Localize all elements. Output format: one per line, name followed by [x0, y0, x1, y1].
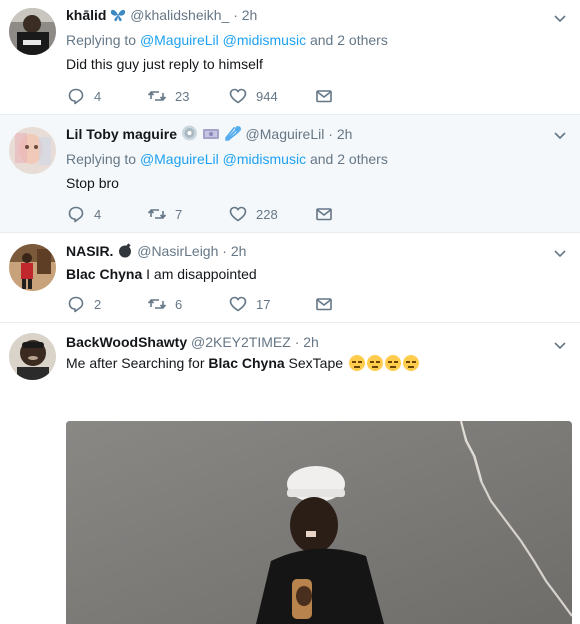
handle[interactable]: @2KEY2TIMEZ	[191, 334, 291, 350]
tweet-actions: 4 7 228	[66, 204, 334, 224]
like-count: 228	[256, 206, 278, 222]
others-link[interactable]: and 2 others	[310, 151, 388, 167]
bomb-icon	[117, 242, 133, 262]
chevron-down-icon[interactable]	[552, 127, 568, 143]
mention-link[interactable]: @midismusic	[223, 32, 306, 48]
like-button[interactable]: 17	[228, 294, 314, 314]
tweet-actions: 2 6 17	[66, 294, 334, 314]
avatar[interactable]	[9, 127, 56, 174]
retweet-button[interactable]: 6	[147, 294, 228, 314]
envelope-icon	[316, 298, 332, 311]
reply-button[interactable]: 4	[66, 86, 147, 106]
like-button[interactable]: 228	[228, 204, 314, 224]
hashtag-term[interactable]: Blac Chyna	[208, 355, 284, 371]
timestamp[interactable]: 2h	[303, 334, 319, 350]
envelope-icon	[316, 90, 332, 103]
direct-message-button[interactable]	[314, 294, 334, 314]
avatar[interactable]	[9, 8, 56, 55]
reply-count: 4	[94, 88, 102, 104]
tweet-text: Me after Searching for Blac Chyna SexTap…	[66, 354, 419, 372]
expressionless-face-icon	[348, 355, 365, 371]
butterfly-icon	[110, 8, 126, 26]
reply-count: 2	[94, 296, 102, 312]
retweet-icon	[147, 299, 167, 309]
handle[interactable]: @NasirLeigh	[137, 243, 218, 259]
chevron-down-icon[interactable]	[552, 10, 568, 26]
tweet-header: BackWoodShawty @2KEY2TIMEZ · 2h	[66, 334, 319, 350]
tweet[interactable]: NASIR. @NasirLeigh · 2h Blac Chyna I am …	[0, 233, 580, 323]
reply-icon	[68, 88, 84, 105]
handle[interactable]: @khalidsheikh_	[130, 7, 229, 23]
retweet-icon	[147, 209, 167, 219]
tweet[interactable]: Lil Toby maguire @MaguireLil · 2h Replyi…	[0, 115, 580, 233]
others-link[interactable]: and 2 others	[310, 32, 388, 48]
direct-message-button[interactable]	[314, 86, 334, 106]
fullname[interactable]: Lil Toby maguire	[66, 126, 177, 142]
tweet-header: khālid @khalidsheikh_ · 2h	[66, 6, 257, 26]
mention-link[interactable]: @midismusic	[223, 151, 306, 167]
reply-icon	[68, 296, 84, 313]
envelope-icon	[316, 208, 332, 221]
retweet-count: 23	[175, 88, 190, 104]
timestamp[interactable]: 2h	[337, 126, 353, 142]
direct-message-button[interactable]	[314, 204, 334, 224]
timestamp[interactable]: 2h	[242, 7, 258, 23]
reply-button[interactable]: 4	[66, 204, 147, 224]
avatar[interactable]	[9, 333, 56, 380]
tweet[interactable]: khālid @khalidsheikh_ · 2h Replying to @…	[0, 0, 580, 115]
chevron-down-icon[interactable]	[552, 245, 568, 261]
reply-button[interactable]: 2	[66, 294, 147, 314]
heart-icon	[229, 296, 247, 312]
money-icon	[202, 127, 220, 145]
tweet-header: NASIR. @NasirLeigh · 2h	[66, 242, 246, 262]
reply-count: 4	[94, 206, 102, 222]
tweet-text: Blac Chyna I am disappointed	[66, 266, 257, 282]
replying-to: Replying to @MaguireLil @midismusic and …	[66, 32, 388, 48]
avatar[interactable]	[9, 244, 56, 291]
mention-link[interactable]: @MaguireLil	[140, 151, 219, 167]
expressionless-face-icon	[366, 355, 383, 371]
retweet-count: 6	[175, 296, 183, 312]
fullname[interactable]: khālid	[66, 7, 106, 23]
reply-feed: khālid @khalidsheikh_ · 2h Replying to @…	[0, 0, 580, 624]
tweet-header: Lil Toby maguire @MaguireLil · 2h	[66, 125, 352, 145]
expressionless-face-icon	[402, 355, 419, 371]
retweet-count: 7	[175, 206, 183, 222]
chevron-down-icon[interactable]	[552, 337, 568, 353]
retweet-icon	[147, 91, 167, 101]
fullname[interactable]: NASIR.	[66, 243, 113, 259]
like-count: 17	[256, 296, 271, 312]
mention-link[interactable]: @MaguireLil	[140, 32, 219, 48]
comet-icon	[224, 125, 242, 145]
timestamp[interactable]: 2h	[231, 243, 247, 259]
tweet-actions: 4 23 944	[66, 86, 334, 106]
retweet-button[interactable]: 7	[147, 204, 228, 224]
heart-icon	[229, 206, 247, 222]
like-count: 944	[256, 88, 278, 104]
video-thumbnail[interactable]	[66, 421, 572, 624]
cd-icon	[181, 125, 198, 145]
tweet-text: Did this guy just reply to himself	[66, 56, 263, 72]
expressionless-face-icon	[384, 355, 401, 371]
retweet-button[interactable]: 23	[147, 86, 228, 106]
like-button[interactable]: 944	[228, 86, 314, 106]
heart-icon	[229, 88, 247, 104]
fullname[interactable]: BackWoodShawty	[66, 334, 187, 350]
handle[interactable]: @MaguireLil	[246, 126, 325, 142]
tweet-text: Stop bro	[66, 175, 119, 191]
replying-to: Replying to @MaguireLil @midismusic and …	[66, 151, 388, 167]
hashtag-term[interactable]: Blac Chyna	[66, 266, 142, 282]
reply-icon	[68, 206, 84, 223]
